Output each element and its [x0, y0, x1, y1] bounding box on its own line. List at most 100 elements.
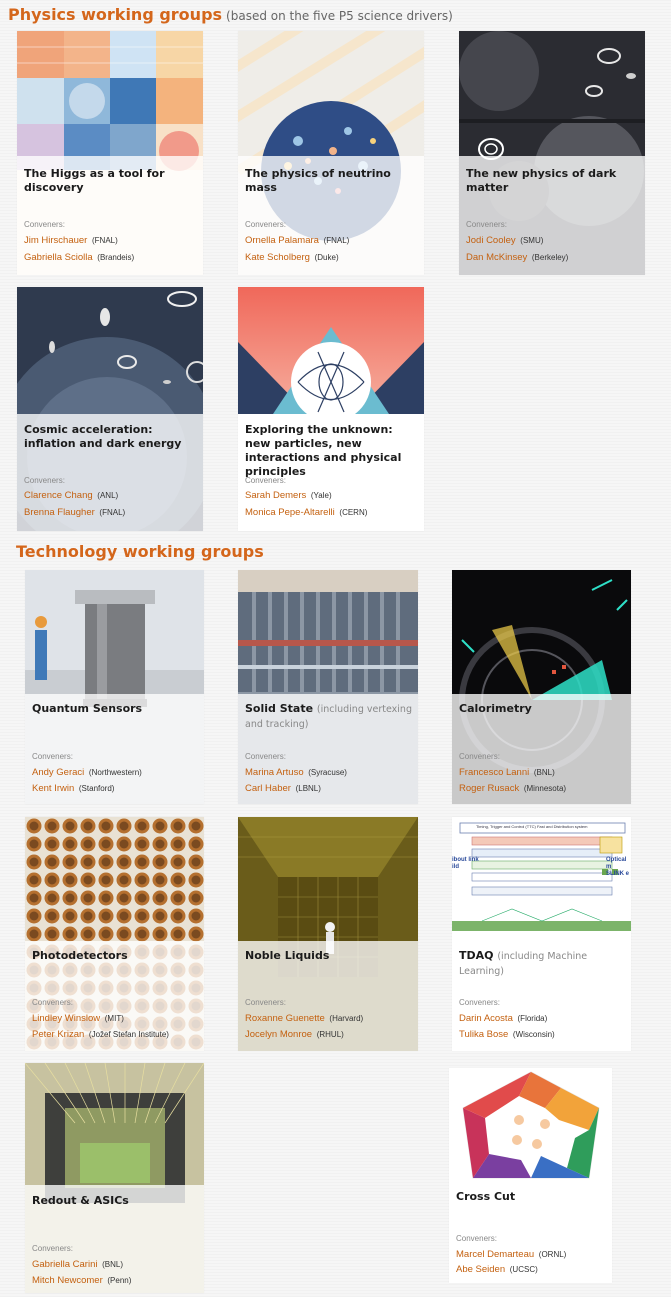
convener-name-link[interactable]: Mitch Newcomer [32, 1275, 103, 1286]
convener-name-link[interactable]: Marina Artuso [245, 767, 304, 778]
convener: Kent Irwin (Stanford) [32, 783, 114, 794]
convener-name-link[interactable]: Gabriella Sciolla [24, 252, 93, 263]
convener-affiliation: (FNAL) [99, 508, 126, 517]
convener: Peter Krizan (Jožef Stefan Institute) [32, 1029, 169, 1040]
cross-cut-logo [449, 1068, 612, 1183]
tdaq-diagram-header: Timing, Trigger and Control (TTC) Fast a… [476, 824, 588, 829]
convener-name-link[interactable]: Gabriella Carini [32, 1259, 97, 1270]
convener-name-link[interactable]: Roger Rusack [459, 783, 519, 794]
physics-group-card-dark-matter[interactable]: The new physics of dark matter Conveners… [459, 31, 645, 275]
convener-name-link[interactable]: Carl Haber [245, 783, 291, 794]
group-title[interactable]: Calorimetry [459, 702, 625, 716]
convener-name-link[interactable]: Jodi Cooley [466, 235, 516, 246]
convener-affiliation: (Berkeley) [531, 253, 569, 262]
convener-name-link[interactable]: Lindley Winslow [32, 1013, 100, 1024]
conveners-label: Conveners: [245, 476, 286, 485]
convener-affiliation: (Harvard) [329, 1014, 364, 1023]
convener-name-link[interactable]: Sarah Demers [245, 490, 306, 501]
group-title[interactable]: Cross Cut [456, 1190, 606, 1204]
group-title-text: Cross Cut [456, 1190, 516, 1203]
convener-affiliation: (Northwestern) [88, 768, 142, 777]
convener-name-link[interactable]: Dan McKinsey [466, 252, 527, 263]
convener-affiliation: (Wisconsin) [512, 1030, 555, 1039]
conveners-label: Conveners: [245, 220, 286, 229]
group-title[interactable]: Photodetectors [32, 949, 198, 963]
tech-group-card-photodetectors[interactable]: Photodetectors Conveners: Lindley Winslo… [25, 817, 204, 1051]
convener-affiliation: (ANL) [97, 491, 119, 500]
convener-affiliation: (Jožef Stefan Institute) [88, 1030, 169, 1039]
convener: Carl Haber (LBNL) [245, 783, 321, 794]
convener-affiliation: (Florida) [517, 1014, 548, 1023]
tech-group-card-noble-liquids[interactable]: Noble Liquids Conveners: Roxanne Guenett… [238, 817, 418, 1051]
convener-name-link[interactable]: Darin Acosta [459, 1013, 513, 1024]
convener: Tulika Bose (Wisconsin) [459, 1029, 555, 1040]
conveners-label: Conveners: [24, 476, 65, 485]
convener-name-link[interactable]: Ornella Palamara [245, 235, 319, 246]
convener-affiliation: (Yale) [310, 491, 332, 500]
convener: Monica Pepe-Altarelli (CERN) [245, 507, 367, 518]
convener-name-link[interactable]: Brenna Flaugher [24, 507, 95, 518]
convener-name-link[interactable]: Marcel Demarteau [456, 1249, 534, 1260]
physics-group-card-exploring-unknown[interactable]: Exploring the unknown: new particles, ne… [238, 287, 424, 531]
technology-section-title: Technology working groups [16, 542, 264, 561]
group-title-text: Calorimetry [459, 702, 532, 715]
group-title[interactable]: Solid State (including vertexing and tra… [245, 702, 412, 732]
convener-name-link[interactable]: Kent Irwin [32, 783, 74, 794]
convener-name-link[interactable]: Jocelyn Monroe [245, 1029, 312, 1040]
convener-name-link[interactable]: Clarence Chang [24, 490, 93, 501]
convener-affiliation: (Syracuse) [308, 768, 347, 777]
conveners-label: Conveners: [32, 998, 73, 1007]
convener: Brenna Flaugher (FNAL) [24, 507, 125, 518]
convener: Abe Seiden (UCSC) [456, 1264, 538, 1275]
convener-name-link[interactable]: Roxanne Guenette [245, 1013, 325, 1024]
convener-name-link[interactable]: Francesco Lanni [459, 767, 529, 778]
group-title[interactable]: TDAQ (including Machine Learning) [459, 949, 625, 979]
group-title[interactable]: The Higgs as a tool for discovery [24, 167, 197, 195]
group-title[interactable]: Exploring the unknown: new particles, ne… [245, 423, 418, 479]
group-title-text: Photodetectors [32, 949, 128, 962]
convener-name-link[interactable]: Monica Pepe-Altarelli [245, 507, 335, 518]
convener-affiliation: (Stanford) [78, 784, 115, 793]
tech-group-card-calorimetry[interactable]: Calorimetry Conveners: Francesco Lanni (… [452, 570, 631, 804]
convener-affiliation: (CERN) [339, 508, 368, 517]
tech-group-card-readout-asics[interactable]: Redout & ASICs Conveners: Gabriella Cari… [25, 1063, 204, 1293]
tech-group-card-tdaq[interactable]: Timing, Trigger and Control (TTC) Fast a… [452, 817, 631, 1051]
convener-name-link[interactable]: Abe Seiden [456, 1264, 505, 1275]
group-title-text: Redout & ASICs [32, 1194, 129, 1207]
convener: Dan McKinsey (Berkeley) [466, 252, 568, 263]
group-title[interactable]: Noble Liquids [245, 949, 412, 963]
convener: Lindley Winslow (MIT) [32, 1013, 124, 1024]
physics-group-card-neutrino[interactable]: The physics of neutrino mass Conveners: … [238, 31, 424, 275]
convener-affiliation: (FNAL) [92, 236, 118, 245]
convener-name-link[interactable]: Peter Krizan [32, 1029, 84, 1040]
convener: Ornella Palamara (FNAL) [245, 235, 349, 246]
convener-affiliation: (RHUL) [316, 1030, 344, 1039]
tech-group-card-cross-cut[interactable]: Cross Cut Conveners: Marcel Demarteau (O… [449, 1068, 612, 1283]
convener-affiliation: (BNL) [533, 768, 555, 777]
convener-name-link[interactable]: Andy Geraci [32, 767, 84, 778]
group-title-text: Solid State [245, 702, 314, 715]
convener-affiliation: (LBNL) [295, 784, 321, 793]
tech-group-card-solid-state[interactable]: Solid State (including vertexing and tra… [238, 570, 418, 804]
group-title[interactable]: Quantum Sensors [32, 702, 198, 716]
physics-group-card-higgs[interactable]: The Higgs as a tool for discovery Conven… [17, 31, 203, 275]
conveners-label: Conveners: [245, 998, 286, 1007]
group-title[interactable]: The new physics of dark matter [466, 167, 639, 195]
convener-name-link[interactable]: Tulika Bose [459, 1029, 508, 1040]
tdaq-diagram-left-label: ibout link ild [452, 857, 479, 870]
convener-name-link[interactable]: Kate Scholberg [245, 252, 310, 263]
convener-affiliation: (Duke) [314, 253, 339, 262]
group-title[interactable]: Redout & ASICs [32, 1194, 198, 1208]
conveners-label: Conveners: [245, 752, 286, 761]
conveners-label: Conveners: [459, 998, 500, 1007]
conveners-label: Conveners: [466, 220, 507, 229]
group-title[interactable]: The physics of neutrino mass [245, 167, 418, 195]
technology-section-heading: Technology working groups [16, 542, 264, 561]
exploring-unknown-illustration [238, 287, 424, 414]
group-title[interactable]: Cosmic acceleration: inflation and dark … [24, 423, 197, 451]
tech-group-card-quantum-sensors[interactable]: Quantum Sensors Conveners: Andy Geraci (… [25, 570, 204, 804]
physics-group-card-cosmic-acceleration[interactable]: Cosmic acceleration: inflation and dark … [17, 287, 203, 531]
convener-name-link[interactable]: Jim Hirschauer [24, 235, 87, 246]
convener: Marcel Demarteau (ORNL) [456, 1249, 566, 1260]
convener-affiliation: (Penn) [107, 1276, 132, 1285]
